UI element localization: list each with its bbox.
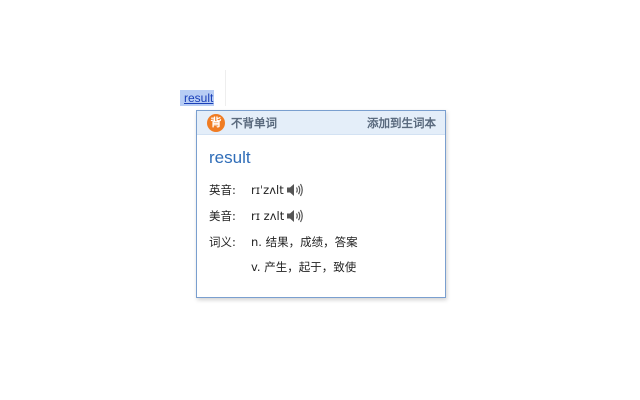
dictionary-popup: 背 不背单词 添加到生词本 result 英音: rɪˈzʌlt 美音: rɪ …	[196, 110, 446, 298]
uk-label: 英音:	[209, 183, 236, 197]
definition-item: n. 结果，成绩，答案	[251, 234, 358, 249]
uk-speaker-icon[interactable]	[286, 182, 304, 198]
us-pronunciation-row: 美音: rɪ zʌlt	[209, 203, 433, 229]
selected-word-link[interactable]: result	[180, 90, 215, 106]
page: result 背 不背单词 添加到生词本 result 英音: rɪˈzʌlt …	[0, 0, 640, 400]
uk-phonetic: rɪˈzʌlt	[251, 183, 284, 197]
bubei-logo-icon: 背	[207, 113, 225, 132]
definition-row: 词义: n. 结果，成绩，答案	[209, 229, 433, 254]
brand-name: 不背单词	[231, 115, 277, 130]
us-phonetic: rɪ zʌlt	[251, 209, 285, 223]
headword: result	[209, 148, 251, 167]
us-speaker-icon[interactable]	[286, 208, 304, 224]
definition-label: 词义:	[209, 234, 236, 249]
caret-divider	[225, 70, 226, 106]
popup-body: result 英音: rɪˈzʌlt 美音: rɪ zʌlt 词义: n. 结果…	[197, 135, 445, 279]
definition-row: v. 产生，起于，致使	[209, 254, 433, 279]
us-label: 美音:	[209, 209, 236, 223]
popup-header: 背 不背单词 添加到生词本	[197, 111, 445, 135]
add-to-vocabulary-link[interactable]: 添加到生词本	[367, 115, 436, 131]
uk-pronunciation-row: 英音: rɪˈzʌlt	[209, 177, 433, 203]
definition-item: v. 产生，起于，致使	[251, 259, 357, 274]
